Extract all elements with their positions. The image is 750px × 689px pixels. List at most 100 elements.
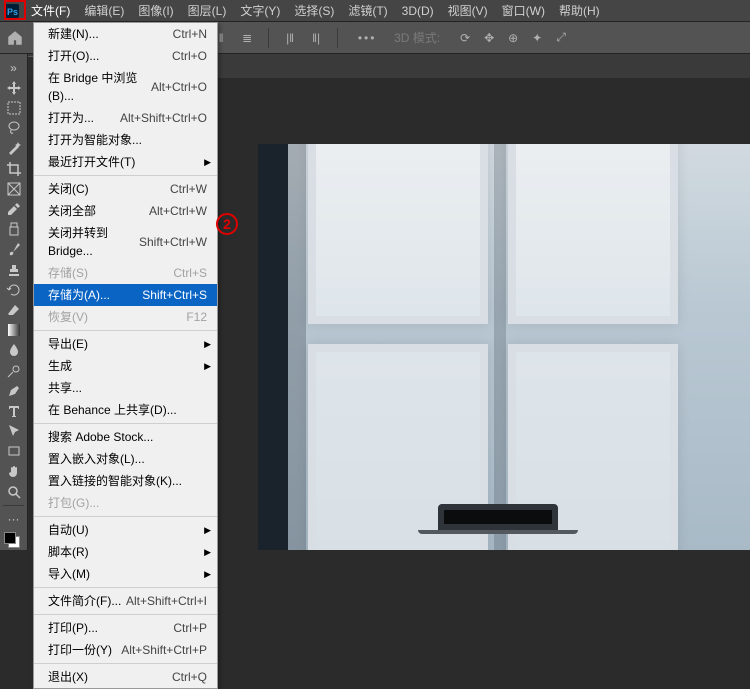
eraser-tool-icon[interactable] <box>2 300 26 319</box>
menu-item[interactable]: 文件简介(F)...Alt+Shift+Ctrl+I <box>34 590 217 612</box>
menu-item-label: 存储(S) <box>48 264 173 282</box>
align-icon[interactable]: ≣ <box>238 29 256 47</box>
move-tool-icon[interactable] <box>2 78 26 97</box>
pan-icon[interactable]: ✥ <box>480 29 498 47</box>
separator <box>268 28 269 48</box>
menu-item[interactable]: 新建(N)...Ctrl+N <box>34 23 217 45</box>
menubar: Ps 文件(F)编辑(E)图像(I)图层(L)文字(Y)选择(S)滤镜(T)3D… <box>0 0 750 22</box>
history-brush-icon[interactable] <box>2 280 26 299</box>
home-icon[interactable] <box>6 29 24 47</box>
stamp-tool-icon[interactable] <box>2 260 26 279</box>
menu-item-2[interactable]: 图像(I) <box>131 4 180 18</box>
more-icon[interactable]: ••• <box>358 29 376 47</box>
crop-tool-icon[interactable] <box>2 159 26 178</box>
eyedropper-tool-icon[interactable] <box>2 199 26 218</box>
tools-panel: » ··· <box>0 54 28 550</box>
menu-items-container: 文件(F)编辑(E)图像(I)图层(L)文字(Y)选择(S)滤镜(T)3D(D)… <box>24 0 607 22</box>
menu-item-label: 恢复(V) <box>48 308 186 326</box>
distribute-icon[interactable]: |‖ <box>281 29 299 47</box>
pen-tool-icon[interactable] <box>2 381 26 400</box>
menu-item[interactable]: 打印一份(Y)Alt+Shift+Ctrl+P <box>34 639 217 661</box>
menu-item[interactable]: 关闭并转到 Bridge...Shift+Ctrl+W <box>34 222 217 262</box>
menu-item-1[interactable]: 编辑(E) <box>77 4 131 18</box>
menu-item[interactable]: 生成 <box>34 355 217 377</box>
menu-item[interactable]: 打开(O)...Ctrl+O <box>34 45 217 67</box>
menu-item[interactable]: 退出(X)Ctrl+Q <box>34 666 217 688</box>
menu-item[interactable]: 置入链接的智能对象(K)... <box>34 470 217 492</box>
mode-3d-label: 3D 模式: <box>394 29 440 46</box>
menu-item-shortcut: Alt+Ctrl+O <box>151 78 207 96</box>
color-swatches[interactable] <box>2 530 26 549</box>
menu-item-label: 文件简介(F)... <box>48 592 126 610</box>
menu-item-7[interactable]: 3D(D) <box>395 4 441 18</box>
menu-item-label: 打印(P)... <box>48 619 173 637</box>
menu-item-3[interactable]: 图层(L) <box>181 4 234 18</box>
menu-item[interactable]: 在 Bridge 中浏览(B)...Alt+Ctrl+O <box>34 67 217 107</box>
menu-item-shortcut: Ctrl+N <box>173 25 207 43</box>
menu-item-10[interactable]: 帮助(H) <box>552 4 607 18</box>
menu-item-shortcut: Ctrl+Q <box>172 668 207 686</box>
path-select-icon[interactable] <box>2 422 26 441</box>
menu-item-label: 导出(E) <box>48 335 207 353</box>
menu-item-label: 在 Behance 上共享(D)... <box>48 401 207 419</box>
menu-item-4[interactable]: 文字(Y) <box>233 4 287 18</box>
menu-item-shortcut: Ctrl+S <box>173 264 207 282</box>
menu-item: 打包(G)... <box>34 492 217 514</box>
distribute-icon[interactable]: ‖| <box>307 29 325 47</box>
menu-item-label: 在 Bridge 中浏览(B)... <box>48 69 151 105</box>
menu-item[interactable]: 在 Behance 上共享(D)... <box>34 399 217 421</box>
menu-item-shortcut: Ctrl+P <box>173 619 207 637</box>
brush-tool-icon[interactable] <box>2 240 26 259</box>
menu-item[interactable]: 最近打开文件(T) <box>34 151 217 173</box>
menu-item-0[interactable]: 文件(F) <box>24 4 77 18</box>
rect-shape-icon[interactable] <box>2 442 26 461</box>
frame-tool-icon[interactable] <box>2 179 26 198</box>
heal-tool-icon[interactable] <box>2 220 26 239</box>
dodge-tool-icon[interactable] <box>2 361 26 380</box>
zoom-tool-icon[interactable] <box>2 482 26 501</box>
marquee-tool-icon[interactable] <box>2 98 26 117</box>
highlight-1 <box>4 0 26 20</box>
menu-item-label: 关闭(C) <box>48 180 170 198</box>
menu-item[interactable]: 打印(P)...Ctrl+P <box>34 617 217 639</box>
menu-item-8[interactable]: 视图(V) <box>441 4 495 18</box>
zoom-3d-icon[interactable]: ⊕ <box>504 29 522 47</box>
menu-item[interactable]: 关闭全部Alt+Ctrl+W <box>34 200 217 222</box>
collapse-icon[interactable]: » <box>2 58 26 77</box>
lasso-tool-icon[interactable] <box>2 119 26 138</box>
menu-item[interactable]: 共享... <box>34 377 217 399</box>
menu-item: 存储(S)Ctrl+S <box>34 262 217 284</box>
menu-item[interactable]: 置入嵌入对象(L)... <box>34 448 217 470</box>
menu-item-9[interactable]: 窗口(W) <box>495 4 552 18</box>
menu-item-label: 生成 <box>48 357 207 375</box>
menu-item[interactable]: 脚本(R) <box>34 541 217 563</box>
document-image <box>258 144 750 550</box>
highlight-2: 2 <box>216 213 238 235</box>
menu-item[interactable]: 存储为(A)...Shift+Ctrl+S <box>34 284 217 306</box>
menu-item-label: 共享... <box>48 379 207 397</box>
type-tool-icon[interactable] <box>2 401 26 420</box>
walk-icon[interactable]: ✦ <box>528 29 546 47</box>
menu-item[interactable]: 关闭(C)Ctrl+W <box>34 178 217 200</box>
menu-item[interactable]: 打开为...Alt+Shift+Ctrl+O <box>34 107 217 129</box>
separator <box>337 28 338 48</box>
scale-icon[interactable]: ⤢ <box>552 29 570 47</box>
orbit-icon[interactable]: ⟳ <box>456 29 474 47</box>
edit-toolbar-icon[interactable]: ··· <box>2 509 26 528</box>
menu-item-label: 自动(U) <box>48 521 207 539</box>
menu-item[interactable]: 搜索 Adobe Stock... <box>34 426 217 448</box>
menu-item[interactable]: 自动(U) <box>34 519 217 541</box>
menu-item-label: 存储为(A)... <box>48 286 142 304</box>
menu-item-label: 新建(N)... <box>48 25 173 43</box>
blur-tool-icon[interactable] <box>2 341 26 360</box>
menu-item[interactable]: 打开为智能对象... <box>34 129 217 151</box>
gradient-tool-icon[interactable] <box>2 321 26 340</box>
wand-tool-icon[interactable] <box>2 139 26 158</box>
menu-item-label: 关闭全部 <box>48 202 149 220</box>
menu-item[interactable]: 导出(E) <box>34 333 217 355</box>
menu-item[interactable]: 导入(M) <box>34 563 217 585</box>
menu-item-5[interactable]: 选择(S) <box>287 4 341 18</box>
menu-item-6[interactable]: 滤镜(T) <box>341 4 394 18</box>
hand-tool-icon[interactable] <box>2 462 26 481</box>
menu-item-shortcut: Shift+Ctrl+S <box>142 286 207 304</box>
